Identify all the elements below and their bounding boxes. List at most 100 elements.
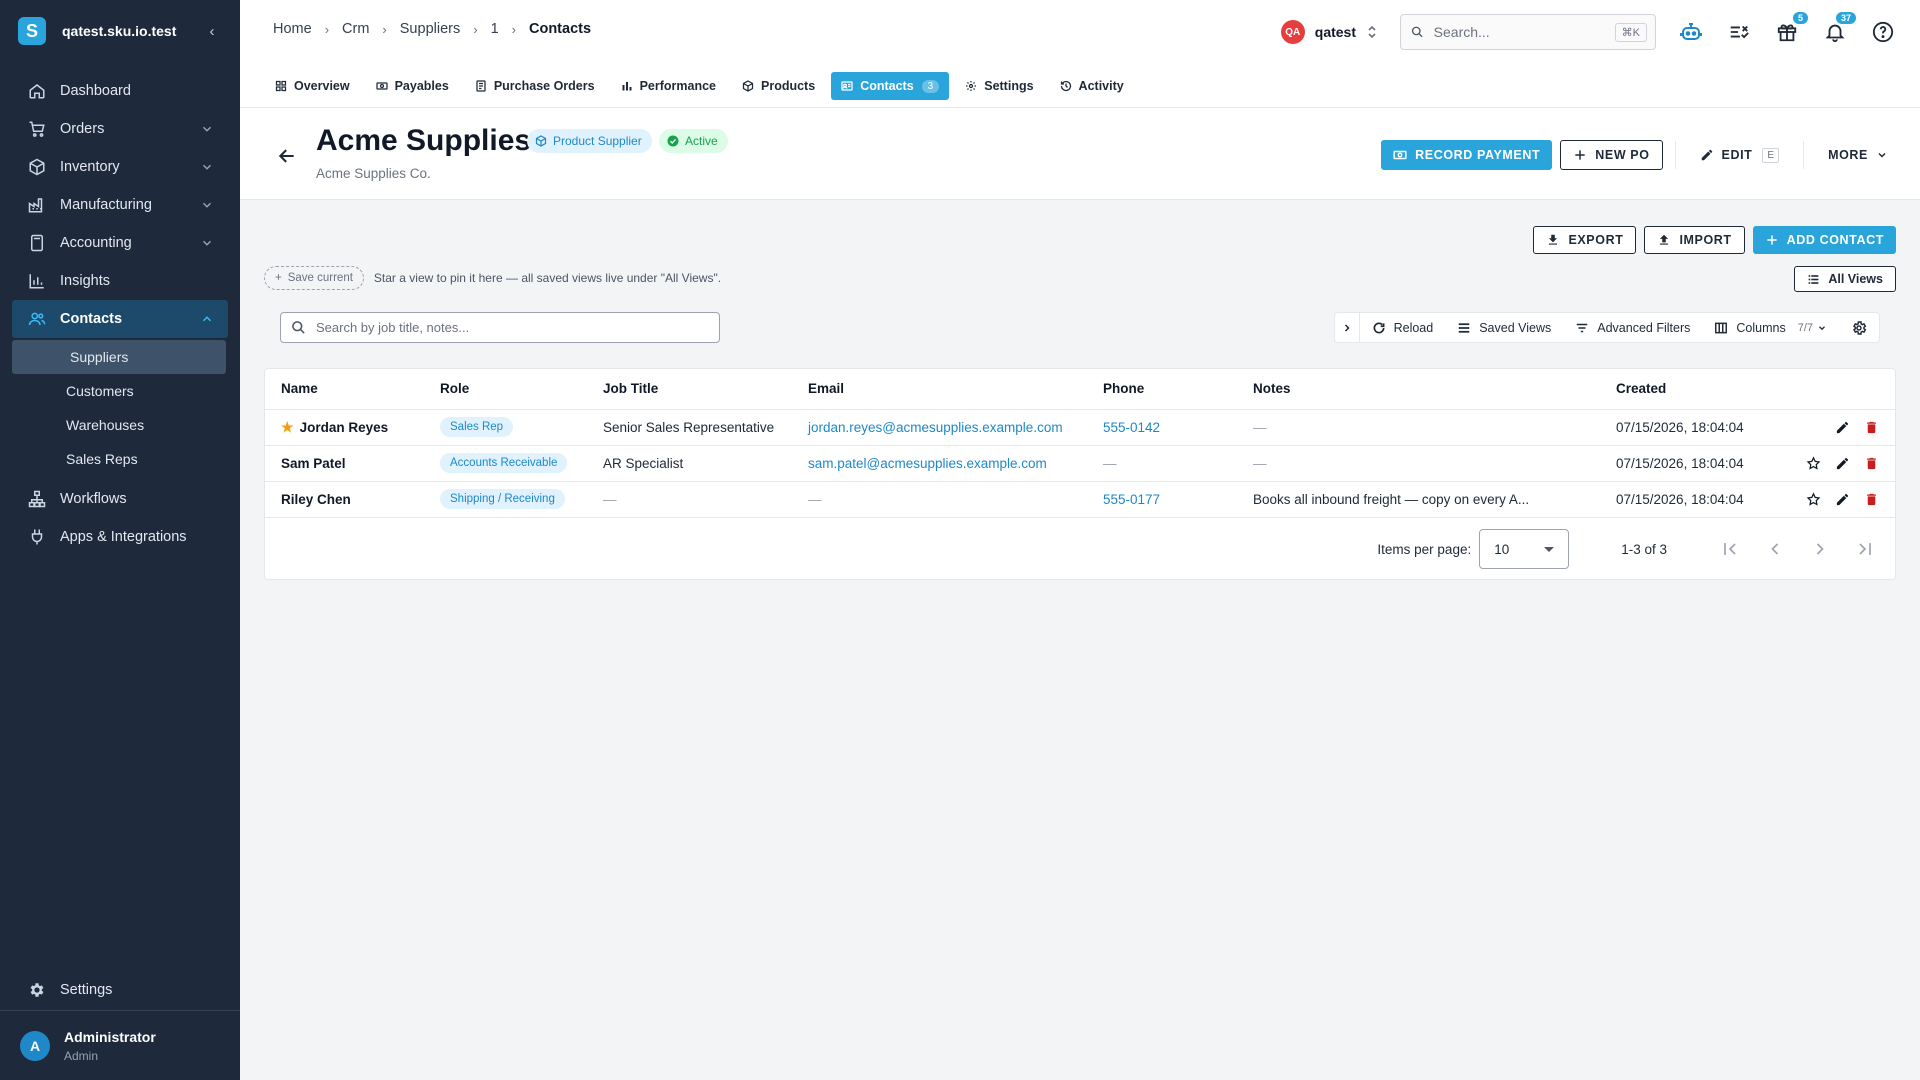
help-button[interactable] [1870, 19, 1896, 45]
all-views-button[interactable]: All Views [1794, 266, 1896, 292]
sidebar-item-inventory[interactable]: Inventory [0, 148, 240, 186]
email-link[interactable]: jordan.reyes@acmesupplies.example.com [808, 420, 1063, 435]
reload-label: Reload [1393, 320, 1434, 335]
edit-button[interactable]: EDIT E [1688, 140, 1792, 170]
column-header-job-title[interactable]: Job Title [587, 369, 792, 410]
global-search-input[interactable] [1433, 24, 1615, 40]
document-icon [476, 80, 486, 92]
table-search[interactable] [280, 312, 720, 343]
phone-link[interactable]: 555-0177 [1103, 492, 1160, 507]
trash-icon[interactable] [1864, 456, 1879, 471]
sidebar-item-orders[interactable]: Orders [0, 110, 240, 148]
phone-link[interactable]: 555-0142 [1103, 420, 1160, 435]
more-button[interactable]: MORE [1816, 140, 1900, 170]
chevron-down-icon [202, 164, 212, 170]
table-row[interactable]: Sam Patel Accounts Receivable AR Special… [265, 445, 1895, 482]
sidebar-subitem-suppliers[interactable]: Suppliers [12, 340, 226, 374]
workspace-badge[interactable]: QA [1280, 20, 1305, 44]
expand-toolbar-button[interactable] [1335, 313, 1360, 342]
workspace-name[interactable]: qatest [1315, 24, 1356, 40]
column-header-email[interactable]: Email [792, 369, 1087, 410]
sidebar-item-contacts[interactable]: Contacts [12, 300, 228, 338]
search-shortcut-hint: ⌘K [1614, 22, 1647, 42]
breadcrumb-home[interactable]: Home [273, 21, 312, 37]
org-name[interactable]: qatest.sku.io.test [62, 23, 202, 39]
column-header-notes[interactable]: Notes [1237, 369, 1600, 410]
export-button[interactable]: EXPORT [1533, 226, 1637, 254]
saved-views-button[interactable]: Saved Views [1445, 313, 1563, 342]
tab-overview[interactable]: Overview [265, 72, 360, 100]
previous-page-icon[interactable] [1765, 539, 1785, 559]
search-icon [1411, 26, 1423, 38]
save-current-view-button[interactable]: + Save current [264, 266, 364, 290]
tab-payables[interactable]: Payables [366, 72, 459, 100]
sidebar-item-accounting[interactable]: Accounting [0, 224, 240, 262]
sidebar-subitem-customers[interactable]: Customers [0, 374, 240, 408]
pencil-icon[interactable] [1835, 420, 1850, 435]
next-page-icon[interactable] [1810, 539, 1830, 559]
user-profile[interactable]: A Administrator Admin [0, 1010, 240, 1080]
first-page-icon[interactable] [1720, 539, 1740, 559]
tab-products[interactable]: Products [732, 72, 825, 100]
breadcrumb-suppliers[interactable]: Suppliers [400, 21, 460, 37]
import-button[interactable]: IMPORT [1644, 226, 1745, 254]
columns-count: 7/7 [1797, 321, 1813, 334]
chevron-up-down-icon[interactable] [1366, 24, 1378, 40]
sidebar-item-apps-integrations[interactable]: Apps & Integrations [0, 518, 240, 556]
app-logo[interactable]: S [18, 17, 46, 45]
add-contact-button[interactable]: ADD CONTACT [1752, 226, 1896, 254]
tab-contacts[interactable]: Contacts 3 [831, 72, 950, 100]
saved-views-bar: + Save current Star a view to pin it her… [264, 266, 721, 290]
sidebar-item-label: Contacts [60, 311, 123, 327]
tab-settings[interactable]: Settings [955, 72, 1043, 100]
global-search[interactable]: ⌘K [1400, 14, 1656, 50]
sidebar-item-insights[interactable]: Insights [0, 262, 240, 300]
columns-button[interactable]: Columns 7/7 [1702, 313, 1839, 342]
role-chip: Accounts Receivable [440, 453, 568, 473]
trash-icon[interactable] [1864, 420, 1879, 435]
pencil-icon[interactable] [1835, 492, 1850, 507]
sidebar-item-label: Manufacturing [60, 197, 152, 213]
star-outline-icon[interactable] [1806, 491, 1821, 507]
table-row[interactable]: Riley Chen Shipping / Receiving — — 555-… [265, 481, 1895, 518]
sidebar-item-manufacturing[interactable]: Manufacturing [0, 186, 240, 224]
sidebar-item-workflows[interactable]: Workflows [0, 480, 240, 518]
tab-activity[interactable]: Activity [1050, 72, 1134, 100]
sidebar-subitem-sales-reps[interactable]: Sales Reps [0, 442, 240, 476]
ai-assistant-button[interactable] [1678, 19, 1704, 45]
email-link[interactable]: sam.patel@acmesupplies.example.com [808, 456, 1047, 471]
column-header-created[interactable]: Created [1600, 369, 1770, 410]
money-icon [1393, 150, 1407, 160]
sidebar-subitem-warehouses[interactable]: Warehouses [0, 408, 240, 442]
column-header-name[interactable]: Name [265, 369, 424, 410]
cell-name: Sam Patel [265, 445, 424, 482]
advanced-filters-button[interactable]: Advanced Filters [1563, 313, 1702, 342]
sidebar-item-dashboard[interactable]: Dashboard [0, 72, 240, 110]
supplier-type-label: Product Supplier [553, 134, 642, 148]
tab-performance[interactable]: Performance [611, 72, 726, 100]
back-arrow-icon[interactable] [277, 146, 297, 166]
column-header-phone[interactable]: Phone [1087, 369, 1237, 410]
last-page-icon[interactable] [1855, 539, 1875, 559]
table-row[interactable]: ★ Jordan Reyes Sales Rep Senior Sales Rep… [265, 409, 1895, 446]
star-filled-icon[interactable]: ★ [281, 419, 294, 436]
cart-icon [29, 121, 45, 137]
star-outline-icon[interactable] [1806, 455, 1821, 471]
sidebar-item-settings[interactable]: Settings [0, 970, 240, 1010]
pencil-icon[interactable] [1835, 456, 1850, 471]
notifications-button[interactable]: 37 [1822, 12, 1856, 45]
record-payment-button[interactable]: RECORD PAYMENT [1381, 140, 1553, 170]
breadcrumb-crm[interactable]: Crm [342, 21, 369, 37]
tab-purchase-orders[interactable]: Purchase Orders [465, 72, 605, 100]
trash-icon[interactable] [1864, 492, 1879, 507]
new-po-button[interactable]: NEW PO [1560, 140, 1663, 170]
column-header-role[interactable]: Role [424, 369, 587, 410]
breadcrumb-supplier-id[interactable]: 1 [491, 21, 499, 37]
table-settings-button[interactable] [1839, 313, 1879, 342]
tasks-button[interactable] [1726, 19, 1752, 45]
items-per-page-select[interactable]: 10 [1479, 529, 1570, 569]
collapse-sidebar-icon[interactable]: ‹ [202, 23, 222, 40]
reload-button[interactable]: Reload [1360, 313, 1446, 342]
gifts-button[interactable]: 5 [1774, 12, 1808, 45]
table-search-input[interactable] [316, 320, 709, 335]
